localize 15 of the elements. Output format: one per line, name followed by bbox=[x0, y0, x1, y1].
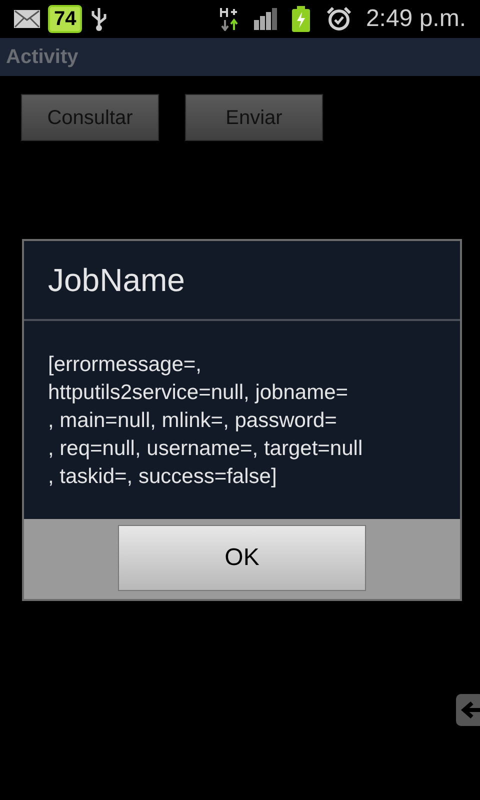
app-title: Activity bbox=[6, 45, 78, 70]
alarm-icon bbox=[326, 6, 352, 32]
mail-icon bbox=[14, 10, 40, 28]
action-button[interactable]: Consultar bbox=[21, 94, 159, 141]
ok-button[interactable]: OK bbox=[118, 525, 366, 591]
dialog-title: JobName bbox=[48, 261, 185, 300]
battery-charging-icon bbox=[292, 6, 310, 32]
side-panel-handle-icon[interactable] bbox=[456, 694, 480, 726]
battery-badge: 74 bbox=[48, 5, 82, 33]
signal-icon bbox=[254, 8, 278, 30]
clock-time: 2:49 p.m. bbox=[366, 4, 466, 34]
action-button[interactable]: Enviar bbox=[185, 94, 323, 141]
dialog-message: [errormessage=, httputils2service=null, jobname= , main=null, mlink=, password= , req=null, username=, target=null , taskid=, success=false] bbox=[48, 352, 364, 490]
usb-icon bbox=[90, 6, 108, 32]
network-type-icon bbox=[220, 7, 240, 31]
